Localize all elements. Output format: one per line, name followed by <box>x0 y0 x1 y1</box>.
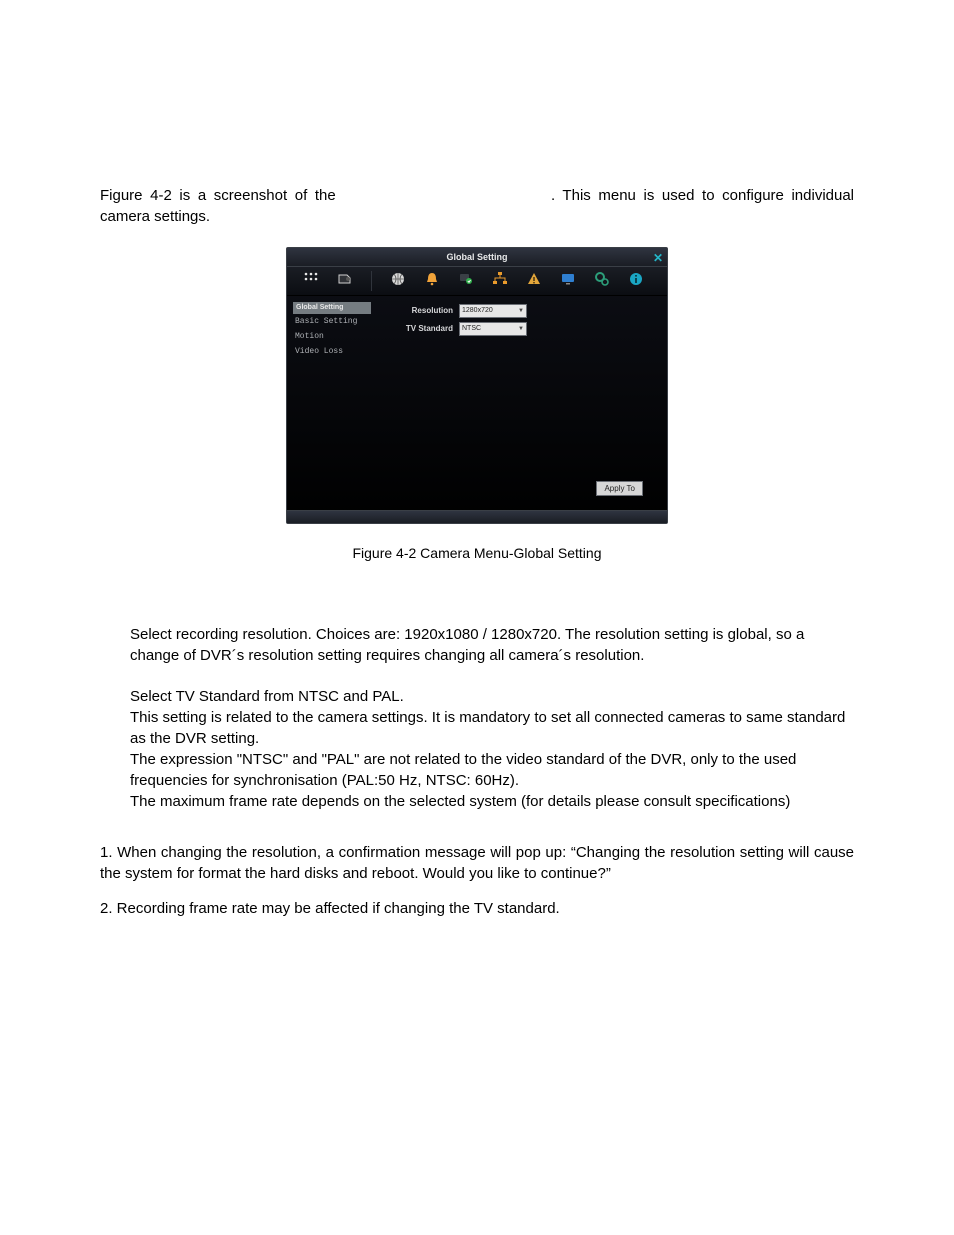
notes: 1. When changing the resolution, a confi… <box>0 842 954 919</box>
content-area: Global Setting Basic Setting Motion Vide… <box>287 296 667 510</box>
warning-icon[interactable] <box>526 271 542 290</box>
note-1: 1. When changing the resolution, a confi… <box>100 842 854 884</box>
tvstd-line1: Select TV Standard from NTSC and PAL. <box>130 686 854 707</box>
tvstd-line2: This setting is related to the camera se… <box>130 707 854 749</box>
info-icon[interactable] <box>628 271 644 290</box>
intro-a: Figure 4-2 is a screenshot of the <box>100 187 343 204</box>
bell-icon[interactable] <box>424 271 440 290</box>
close-icon[interactable]: ✕ <box>653 250 663 267</box>
form-area: Resolution 1280x720 ▼ TV Standard NTSC ▼… <box>371 300 661 510</box>
sidebar-item-basic[interactable]: Basic Setting <box>293 314 371 329</box>
resolution-paragraph: Select recording resolution. Choices are… <box>130 624 854 666</box>
resolution-value: 1280x720 <box>462 306 493 316</box>
app-window: Global Setting ✕ <box>286 247 668 524</box>
resolution-label: Resolution <box>395 305 453 316</box>
apply-to-button[interactable]: Apply To <box>596 481 643 496</box>
chevron-down-icon: ▼ <box>518 325 524 333</box>
camera-grid-icon[interactable] <box>303 271 319 290</box>
figure-caption: Figure 4-2 Camera Menu-Global Setting <box>0 544 954 564</box>
sidebar-item-videoloss[interactable]: Video Loss <box>293 344 371 359</box>
toolbar-separator <box>371 271 372 291</box>
gear-icon[interactable] <box>594 271 610 290</box>
status-bar <box>287 510 667 523</box>
globe-icon[interactable] <box>390 271 406 290</box>
note-2: 2. Recording frame rate may be affected … <box>100 898 854 919</box>
sidebar-item-motion[interactable]: Motion <box>293 329 371 344</box>
titlebar: Global Setting ✕ <box>287 248 667 267</box>
body-text: Select recording resolution. Choices are… <box>0 624 954 812</box>
tvstd-line4: The maximum frame rate depends on the se… <box>130 791 854 812</box>
chevron-down-icon: ▼ <box>518 307 524 315</box>
sidebar-header: Global Setting <box>293 302 371 314</box>
toolbar <box>287 267 667 296</box>
window-title: Global Setting <box>446 251 507 264</box>
network-icon[interactable] <box>492 271 508 290</box>
tvstd-line3: The expression "NTSC" and "PAL" are not … <box>130 749 854 791</box>
tvstandard-select[interactable]: NTSC ▼ <box>459 322 527 336</box>
monitor-icon[interactable] <box>560 271 576 290</box>
sidebar: Global Setting Basic Setting Motion Vide… <box>293 302 371 510</box>
resolution-select[interactable]: 1280x720 ▼ <box>459 304 527 318</box>
tvstandard-label: TV Standard <box>395 323 453 334</box>
record-check-icon[interactable] <box>458 271 474 290</box>
tvstandard-value: NTSC <box>462 324 481 334</box>
intro-paragraph: Figure 4-2 is a screenshot of the . This… <box>0 185 954 227</box>
camera-single-icon[interactable] <box>337 271 353 290</box>
